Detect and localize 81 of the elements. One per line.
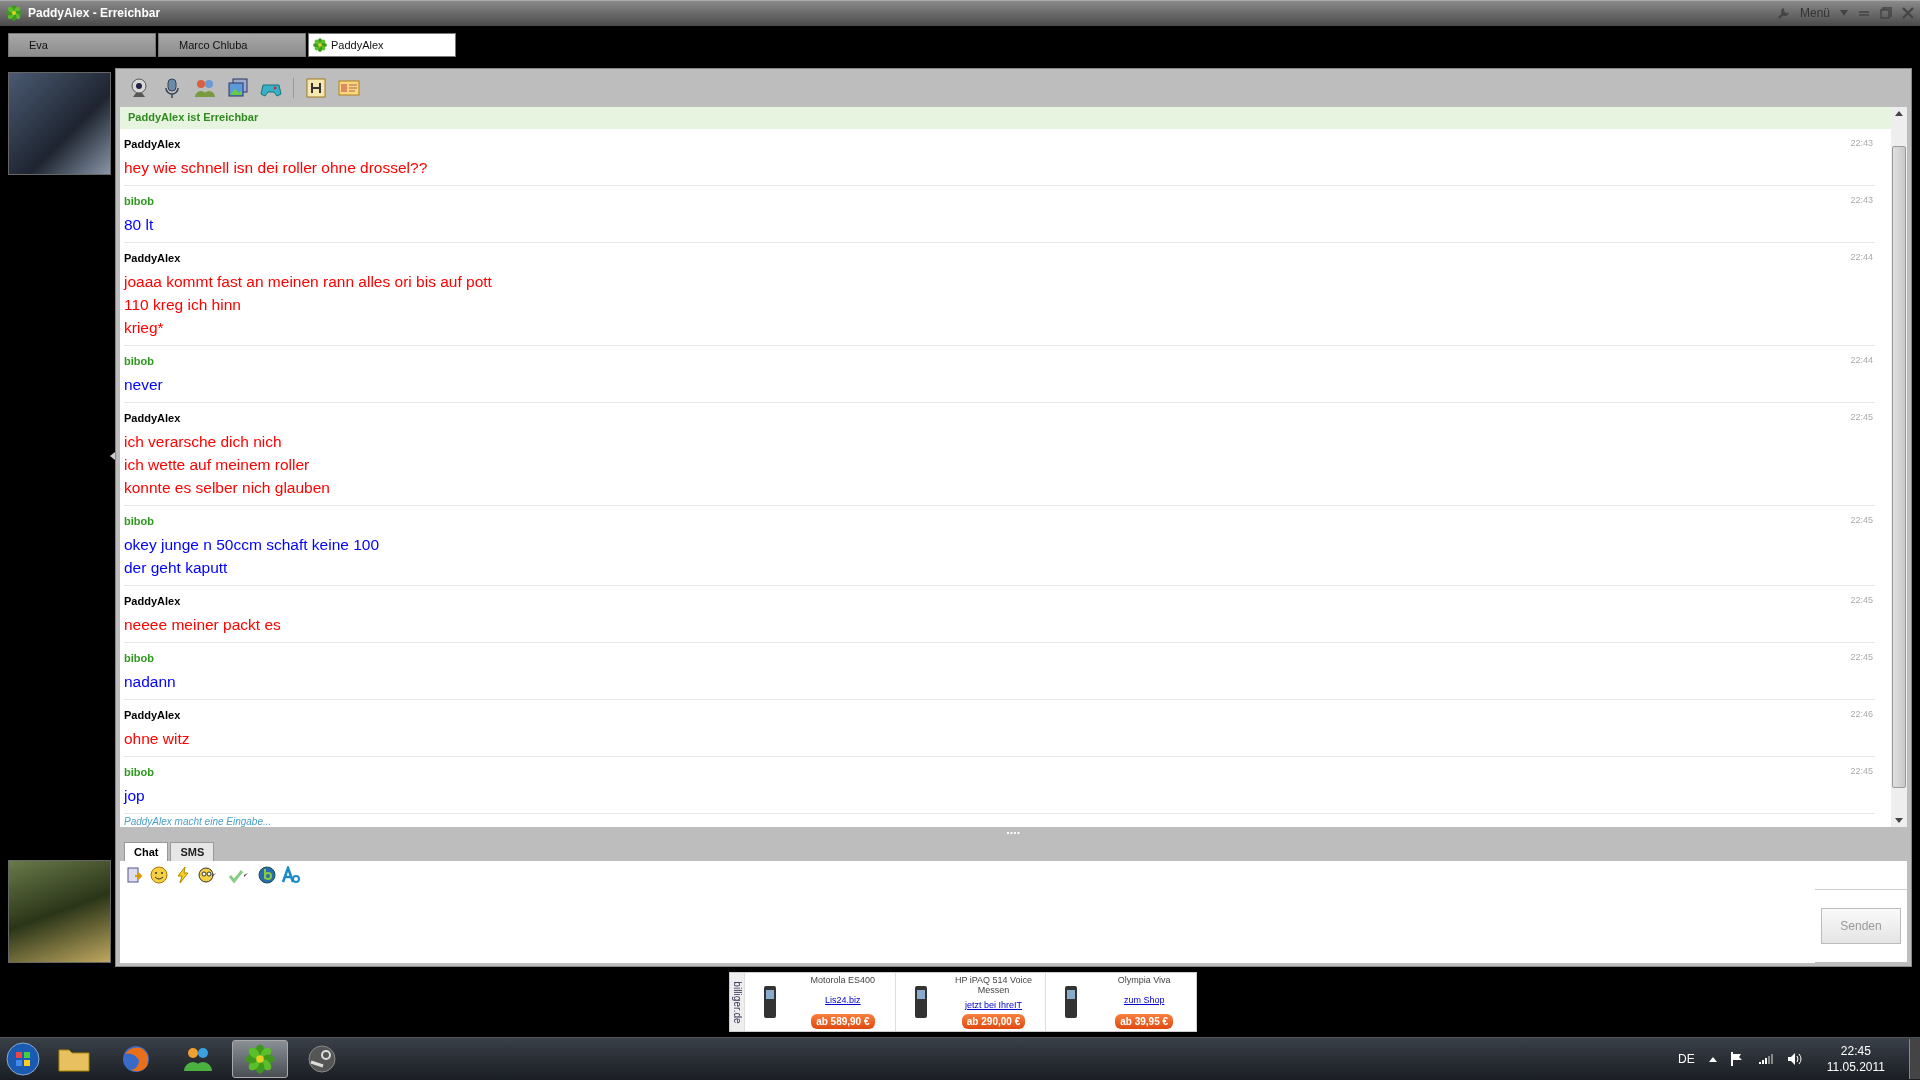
phone-icon: [1064, 985, 1079, 1020]
scroll-down-icon[interactable]: [1895, 817, 1903, 823]
sender-name: bibob: [124, 354, 155, 369]
compose-tab[interactable]: Chat: [124, 841, 169, 861]
sender-name: PaddyAlex: [124, 411, 182, 426]
message-text: ich verarsche dich nich: [124, 431, 282, 452]
product-name: HP iPAQ 514 Voice Messen: [953, 975, 1034, 996]
sender-name: bibob: [124, 651, 155, 666]
message-text: ich wette auf meinem roller: [124, 454, 310, 475]
message-text: hey wie schnell isn dei roller ohne drossel??: [124, 157, 428, 178]
letter-h-icon[interactable]: [305, 76, 327, 99]
lightning-icon[interactable]: [174, 865, 192, 884]
message-time: 22:44: [1850, 354, 1874, 367]
message-text: krieg*: [124, 317, 164, 338]
message-text: 110 kreg ich hinn: [124, 294, 241, 315]
browser-icon: [121, 1044, 151, 1075]
sender-name: bibob: [124, 514, 155, 529]
product-name: Motorola ES400: [810, 975, 876, 986]
product-name: Olympia Viva: [1117, 975, 1171, 986]
message-time: 22:43: [1850, 194, 1874, 207]
sender-name: bibob: [124, 765, 155, 780]
taskbar-button[interactable]: [232, 1040, 288, 1079]
folder-icon: [58, 1046, 90, 1073]
shop-link[interactable]: Lis24.biz: [825, 994, 861, 1005]
phone-icon: [763, 985, 777, 1020]
circle-b-icon[interactable]: [258, 865, 276, 884]
sender-name: bibob: [124, 194, 155, 209]
show-desktop-button[interactable]: [1909, 1039, 1920, 1080]
splitter-grip-icon[interactable]: [1006, 832, 1021, 836]
message-text: ohne witz: [124, 728, 190, 749]
status-banner: PaddyAlex ist Erreichbar: [120, 106, 1891, 129]
pictures-icon[interactable]: [227, 76, 249, 99]
message-time: 22:45: [1850, 765, 1874, 778]
message-time: 22:44: [1850, 251, 1874, 264]
message-text: joaaa kommt fast an meinen rann alles ori bis auf pott: [124, 271, 492, 292]
document-arrow-icon[interactable]: [126, 865, 144, 884]
compose-tab[interactable]: SMS: [170, 841, 215, 861]
message-text: never: [124, 374, 163, 395]
message-time: 22:45: [1850, 594, 1874, 607]
scrollbar[interactable]: [1891, 106, 1907, 827]
message-text: konnte es selber nich glauben: [124, 477, 330, 498]
message-text: der geht kaputt: [124, 557, 228, 578]
message-time: 22:46: [1850, 708, 1874, 721]
message-time: 22:45: [1850, 651, 1874, 664]
message-text: 80 lt: [124, 214, 154, 235]
message-time: 22:45: [1850, 411, 1874, 424]
clock[interactable]: 22:45 11.05.2011: [1816, 1043, 1895, 1076]
start-orb-icon[interactable]: [6, 1042, 40, 1077]
message-text: jop: [124, 785, 145, 806]
speaker-icon[interactable]: [1786, 1052, 1803, 1067]
show-hidden-icons-icon[interactable]: [1708, 1056, 1717, 1062]
sender-name: PaddyAlex: [124, 594, 182, 609]
message-time: 22:43: [1850, 137, 1874, 150]
typing-indicator: PaddyAlex macht eine Eingabe...: [124, 815, 272, 827]
contact-tab[interactable]: PaddyAlex: [308, 32, 456, 57]
sender-name: PaddyAlex: [124, 708, 182, 723]
webcam-icon[interactable]: [128, 76, 150, 99]
smiley-icon[interactable]: [150, 865, 168, 884]
contact-tab[interactable]: Marco Chluba: [158, 32, 306, 57]
people-icon: [182, 1045, 214, 1074]
message-text: neeee meiner packt es: [124, 614, 281, 635]
message-text: nadann: [124, 671, 176, 692]
flower-icon: [245, 1044, 275, 1075]
signal-bars-icon[interactable]: [1758, 1054, 1773, 1065]
font-icon[interactable]: [282, 865, 300, 884]
phone-icon: [913, 985, 928, 1020]
sender-name: PaddyAlex: [124, 251, 182, 266]
app-logo-icon: [6, 5, 22, 22]
window-title: PaddyAlex - Erreichbar: [28, 6, 161, 21]
language-indicator[interactable]: DE: [1678, 1052, 1695, 1067]
shop-link[interactable]: zum Shop: [1123, 994, 1165, 1005]
message-text: okey junge n 50ccm schaft keine 100: [124, 534, 380, 555]
scroll-up-icon[interactable]: [1895, 110, 1903, 116]
status-flower-icon: [313, 37, 327, 52]
message-time: 22:45: [1850, 514, 1874, 527]
sender-name: PaddyAlex: [124, 137, 182, 152]
collapse-arrow-icon[interactable]: [110, 451, 115, 460]
flag-icon[interactable]: [1730, 1052, 1745, 1067]
contact-tab[interactable]: Eva: [8, 32, 156, 57]
caret-icon: [1840, 10, 1848, 17]
shop-link[interactable]: jetzt bei IhreIT: [965, 999, 1022, 1010]
